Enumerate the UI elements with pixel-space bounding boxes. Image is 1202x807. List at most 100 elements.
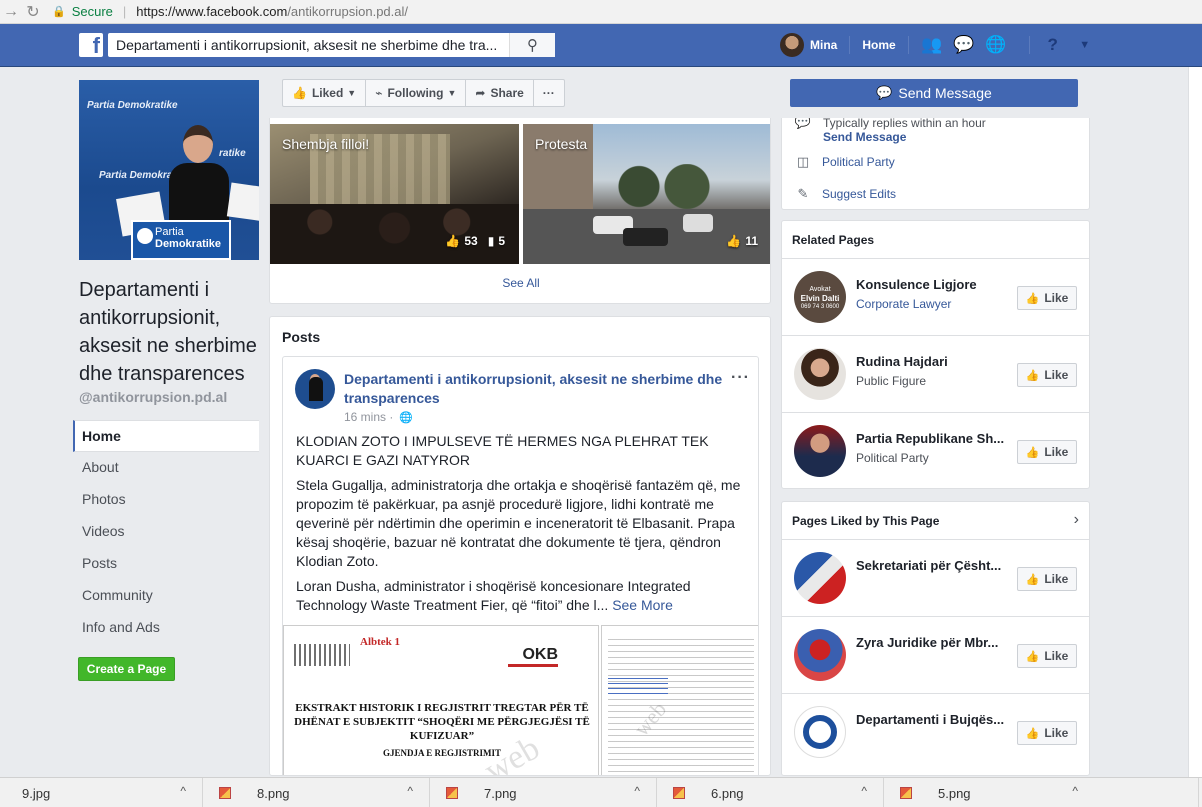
page-profile-picture[interactable]: Partia Demokratike Partia Demokratike ra… [79,80,259,260]
post-options-icon[interactable]: ··· [731,369,750,387]
forward-icon[interactable]: → [0,1,22,23]
send-message-link[interactable]: Send Message [823,130,906,144]
party-logo-icon [137,228,153,244]
download-item[interactable]: 7.png ^ [430,778,657,807]
post-image-document[interactable]: Albtek 1 OKB EKSTRAKT HISTORIK I REGJIST… [283,625,599,775]
liked-page-avatar[interactable] [794,629,846,681]
home-link[interactable]: Home [862,38,895,52]
post-author-link[interactable]: Departamenti i antikorrupsionit, aksesit… [344,370,724,408]
related-page-category: Political Party [856,451,929,465]
browser-toolbar: → ↻ 🔒 Secure | https://www.facebook.com /… [0,0,1202,24]
download-item[interactable]: 5.png ^ [884,778,1199,807]
seal-icon [294,644,350,666]
nav-info-and-ads[interactable]: Info and Ads [73,612,259,644]
related-page-avatar[interactable]: Avokat Elvin Dalti 069 74 3 0600 [794,271,846,323]
facebook-logo-icon[interactable]: f [79,33,103,57]
comment-icon: ▮ [487,234,495,248]
related-page-name[interactable]: Partia Republikane Sh... [856,431,1011,446]
post-headline: KLODIAN ZOTO I IMPULSEVE TË HERMES NGA P… [296,433,709,468]
user-name-link[interactable]: Mina [810,38,837,52]
share-button[interactable]: ➦ Share [466,80,534,106]
related-pages-card: Related Pages Avokat Elvin Dalti 069 74 … [781,220,1090,489]
related-page-name[interactable]: Konsulence Ligjore [856,277,1011,292]
chevron-up-icon[interactable]: ^ [180,784,186,798]
related-page-avatar[interactable] [794,348,846,400]
liked-page-row: Sekretariati për Çësht... 👍 Like [782,539,1089,616]
like-icon: 👍 [445,234,461,248]
nav-community[interactable]: Community [73,580,259,612]
user-avatar[interactable] [780,33,804,57]
like-page-button[interactable]: 👍 Like [1017,363,1077,387]
video-thumbnail[interactable]: Protesta 👍 11 [523,124,770,264]
related-page-row: Avokat Elvin Dalti 069 74 3 0600 Konsule… [782,258,1089,335]
liked-page-row: Departamenti i Bujqës... 👍 Like [782,693,1089,770]
chevron-right-icon[interactable]: › [1074,511,1079,529]
liked-page-name[interactable]: Departamenti i Bujqës... [856,712,1011,727]
more-options-button[interactable]: ··· [534,80,564,106]
liked-page-avatar[interactable] [794,706,846,758]
like-page-button[interactable]: 👍 Like [1017,567,1077,591]
search-icon[interactable]: ⚲ [509,33,555,57]
nav-videos[interactable]: Videos [73,516,259,548]
document-title: EKSTRAKT HISTORIK I REGJISTRIT TREGTAR P… [294,702,590,742]
posts-section: Posts Departamenti i antikorrupsionit, a… [269,316,771,776]
nav-home[interactable]: Home [73,420,259,452]
download-item[interactable]: 9.jpg ^ [0,778,203,807]
topbar-right: Mina Home 👥 💬 🌐 ? ▼ [780,30,1106,60]
liked-page-name[interactable]: Zyra Juridike për Mbr... [856,635,1011,650]
like-page-button[interactable]: 👍 Like [1017,286,1077,310]
like-page-button[interactable]: 👍 Like [1017,721,1077,745]
liked-button[interactable]: 👍 Liked ▼ [283,80,367,106]
thumbs-up-icon: 👍 [292,86,307,100]
address-bar[interactable]: 🔒 Secure | https://www.facebook.com/anti… [52,1,1202,23]
related-page-avatar[interactable] [794,425,846,477]
chevron-up-icon[interactable]: ^ [1072,784,1078,798]
thumbs-up-icon: 👍 [1025,727,1040,740]
pages-liked-card: Pages Liked by This Page › Sekretariati … [781,501,1090,776]
liked-page-avatar[interactable] [794,552,846,604]
see-all-videos-link[interactable]: See All [270,276,770,290]
search-input[interactable]: Departamenti i antikorrupsionit, aksesit… [108,37,509,53]
like-page-button[interactable]: 👍 Like [1017,440,1077,464]
url-path: /antikorrupsion.pd.al/ [287,4,408,19]
create-page-button[interactable]: Create a Page [78,657,175,681]
post-image-document[interactable]: web [601,625,758,775]
messenger-icon[interactable]: 💬 [953,34,975,56]
related-pages-title: Related Pages [792,233,875,247]
caret-down-icon: ▼ [347,88,357,98]
videos-section: Shembja filloi! 👍 53 ▮ 5 Protesta 👍 11 See … [269,118,771,304]
video-thumbnail[interactable]: Shembja filloi! 👍 53 ▮ 5 [270,124,519,264]
reload-icon[interactable]: ↻ [22,1,44,23]
chevron-up-icon[interactable]: ^ [861,784,867,798]
page-action-bar: 👍 Liked ▼ ⌁ Following ▼ ➦ Share ··· [282,79,565,107]
chevron-up-icon[interactable]: ^ [634,784,640,798]
see-more-link[interactable]: See More [612,597,673,613]
friend-requests-icon[interactable]: 👥 [921,34,943,56]
page-category-link[interactable]: Political Party [822,155,895,169]
search-box[interactable]: Departamenti i antikorrupsionit, aksesit… [108,33,555,57]
suggest-edits-link[interactable]: Suggest Edits [822,187,896,201]
related-page-name[interactable]: Rudina Hajdari [856,354,1011,369]
following-button[interactable]: ⌁ Following ▼ [366,80,467,106]
nav-posts[interactable]: Posts [73,548,259,580]
related-page-category[interactable]: Corporate Lawyer [856,297,951,311]
download-item[interactable]: 8.png ^ [203,778,430,807]
like-page-button[interactable]: 👍 Like [1017,644,1077,668]
page-handle[interactable]: @antikorrupsion.pd.al [79,389,227,405]
video-stats: 👍 11 [726,234,758,248]
lock-icon: 🔒 [52,6,66,18]
image-file-icon [673,787,685,799]
notifications-globe-icon[interactable]: 🌐 [985,34,1007,56]
post-author-avatar[interactable] [295,369,335,409]
podium: Partia Demokratike [131,220,231,260]
about-summary-card: Typically replies within an hour 💬 Send … [781,118,1090,210]
secure-label: Secure [71,4,113,19]
nav-about[interactable]: About [73,452,259,484]
download-item[interactable]: 6.png ^ [657,778,884,807]
help-icon[interactable]: ? [1042,34,1064,56]
account-menu-chevron-icon[interactable]: ▼ [1074,34,1096,56]
liked-page-name[interactable]: Sekretariati për Çësht... [856,558,1011,573]
chevron-up-icon[interactable]: ^ [407,784,413,798]
send-message-button[interactable]: 💬 Send Message [790,79,1078,107]
nav-photos[interactable]: Photos [73,484,259,516]
